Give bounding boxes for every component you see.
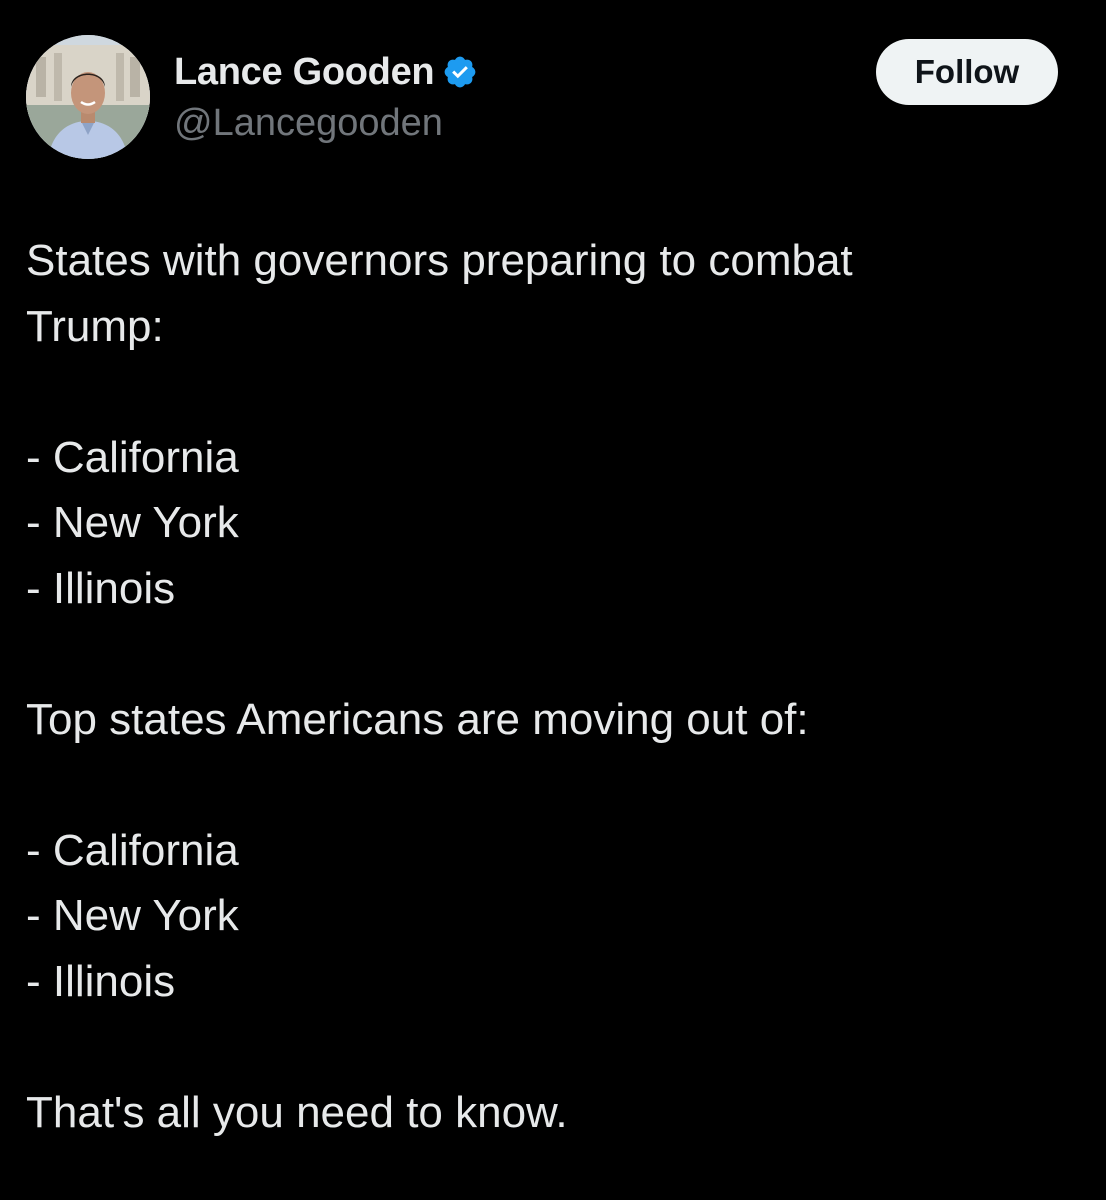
author-avatar[interactable] <box>26 35 150 159</box>
tweet-line: - California <box>26 825 239 875</box>
follow-button[interactable]: Follow <box>876 39 1058 105</box>
tweet-line: - New York <box>26 891 239 940</box>
tweet-line: Top states Americans are moving out of: <box>26 694 809 744</box>
author-display-name[interactable]: Lance Gooden <box>174 48 435 96</box>
tweet-line: - New York <box>26 498 239 547</box>
tweet-line: States with governors preparing to comba… <box>26 236 853 285</box>
tweet-line: - Illinois <box>26 563 176 613</box>
tweet-line: - Illinois <box>26 956 176 1006</box>
tweet-card: Lance Gooden @Lancegooden Follow States … <box>0 0 1106 1200</box>
verified-badge-icon <box>442 54 478 90</box>
author-name-row[interactable]: Lance Gooden <box>174 48 478 96</box>
author-handle[interactable]: @Lancegooden <box>174 100 443 146</box>
tweet-line: - California <box>26 432 239 482</box>
tweet-line: That's all you need to know. <box>26 1087 568 1137</box>
avatar-photo <box>26 35 150 159</box>
tweet-text: States with governors preparing to comba… <box>26 228 1076 1145</box>
tweet-line: Trump: <box>26 301 164 351</box>
